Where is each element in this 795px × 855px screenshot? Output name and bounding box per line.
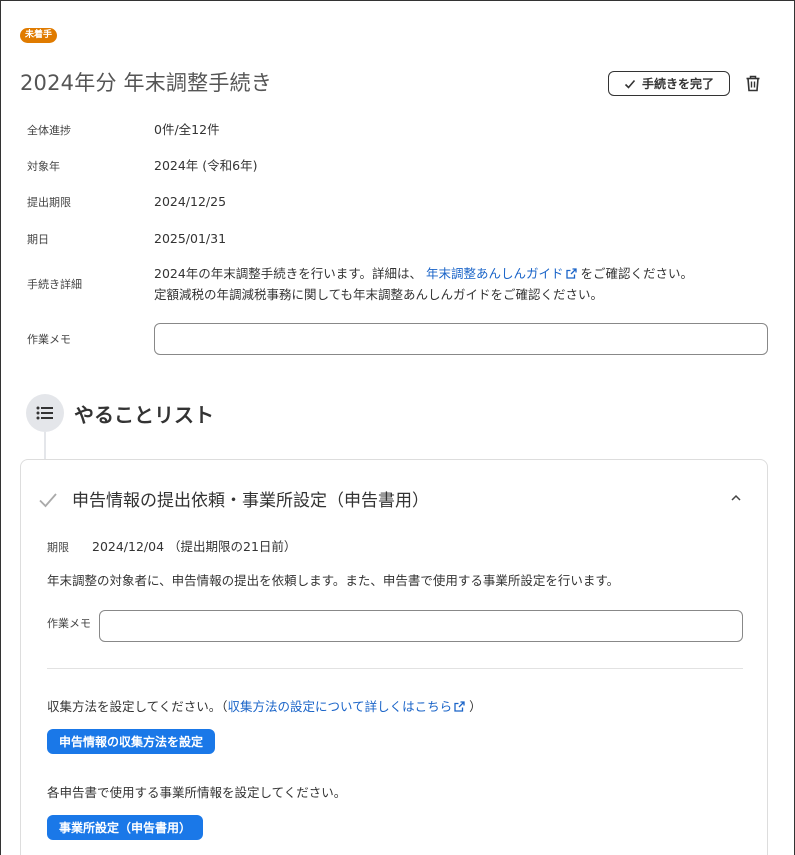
divider [47, 668, 743, 669]
status-badge: 未着手 [20, 28, 58, 43]
year-label: 対象年 [27, 159, 60, 173]
delete-button[interactable] [743, 73, 763, 93]
progress-value: 0件/全12件 [154, 122, 220, 137]
check-icon [624, 79, 636, 89]
card-deadline-value: 2024/12/04 （提出期限の21日前） [92, 539, 297, 554]
timeline-connector [44, 432, 46, 460]
detail-text: 2024年の年末調整手続きを行います。詳細は、 年末調整あんしんガイド をご確認… [154, 263, 693, 305]
card-deadline-row: 期限 2024/12/04 （提出期限の21日前） [47, 536, 296, 555]
complete-procedure-label: 手続きを完了 [641, 77, 714, 91]
info-row-detail: 手続き詳細 2024年の年末調整手続きを行います。詳細は、 年末調整あんしんガイ… [27, 263, 693, 305]
card-deadline-label: 期限 [47, 541, 69, 554]
year-value: 2024年 (令和6年) [154, 158, 258, 173]
page-title: 2024年分 年末調整手続き [20, 71, 272, 95]
office-settings-text: 各申告書で使用する事業所情報を設定してください。 [47, 785, 347, 800]
todo-card: 申告情報の提出依頼・事業所設定（申告書用） 期限 2024/12/04 （提出期… [20, 459, 768, 855]
card-memo-input[interactable] [99, 610, 743, 642]
detail-label: 手続き詳細 [27, 278, 82, 291]
info-row-memo: 作業メモ [27, 331, 154, 347]
deadline-label: 提出期限 [27, 195, 71, 209]
check-icon [39, 493, 57, 508]
info-row-deadline: 提出期限 2024/12/25 [27, 191, 226, 212]
card-description: 年末調整の対象者に、申告情報の提出を依頼します。また、申告書で使用する事業所設定… [47, 573, 620, 588]
collect-text-before: 収集方法を設定してください。（ [47, 699, 228, 714]
collect-method-help-link-text: 収集方法の設定について詳しくはこちら [227, 699, 453, 714]
progress-label: 全体進捗 [27, 123, 71, 137]
detail-line1-after: をご確認ください。 [580, 266, 694, 281]
card-memo-label: 作業メモ [47, 617, 91, 630]
detail-line2: 定額減税の年調減税事務に関しても年末調整あんしんガイドをご確認ください。 [154, 287, 604, 302]
deadline-value: 2024/12/25 [154, 194, 227, 209]
detail-line1-before: 2024年の年末調整手続きを行います。詳細は、 [154, 266, 423, 281]
anshin-guide-link[interactable]: 年末調整あんしんガイド [426, 266, 577, 281]
memo-label: 作業メモ [27, 333, 71, 346]
list-icon [36, 406, 53, 420]
trash-icon [746, 75, 760, 91]
office-settings-button[interactable]: 事業所設定（申告書用） [47, 815, 204, 840]
due-label: 期日 [27, 232, 49, 246]
chevron-up-icon[interactable] [729, 491, 743, 505]
todo-list-title: やることリスト [74, 403, 214, 427]
todo-card-title: 申告情報の提出依頼・事業所設定（申告書用） [72, 491, 429, 511]
page-frame: 未着手 2024年分 年末調整手続き 手続きを完了 全体進捗 0件/全12件 対… [0, 0, 795, 855]
anshin-guide-link-text: 年末調整あんしんガイド [426, 266, 564, 281]
collect-method-text: 収集方法を設定してください。（収集方法の設定について詳しくはこちら ） [47, 696, 482, 715]
info-row-due: 期日 2025/01/31 [27, 228, 226, 249]
memo-input[interactable] [154, 323, 768, 355]
info-row-progress: 全体進捗 0件/全12件 [27, 119, 220, 140]
collect-text-after: ） [469, 699, 482, 714]
set-collection-method-button[interactable]: 申告情報の収集方法を設定 [47, 729, 216, 754]
due-value: 2025/01/31 [154, 231, 227, 246]
external-link-icon [454, 701, 465, 712]
complete-procedure-button[interactable]: 手続きを完了 [608, 71, 730, 96]
collect-method-help-link[interactable]: 収集方法の設定について詳しくはこちら [228, 699, 466, 714]
external-link-icon [565, 268, 577, 279]
info-row-year: 対象年 2024年 (令和6年) [27, 155, 258, 176]
todo-list-icon-circle [26, 394, 64, 432]
